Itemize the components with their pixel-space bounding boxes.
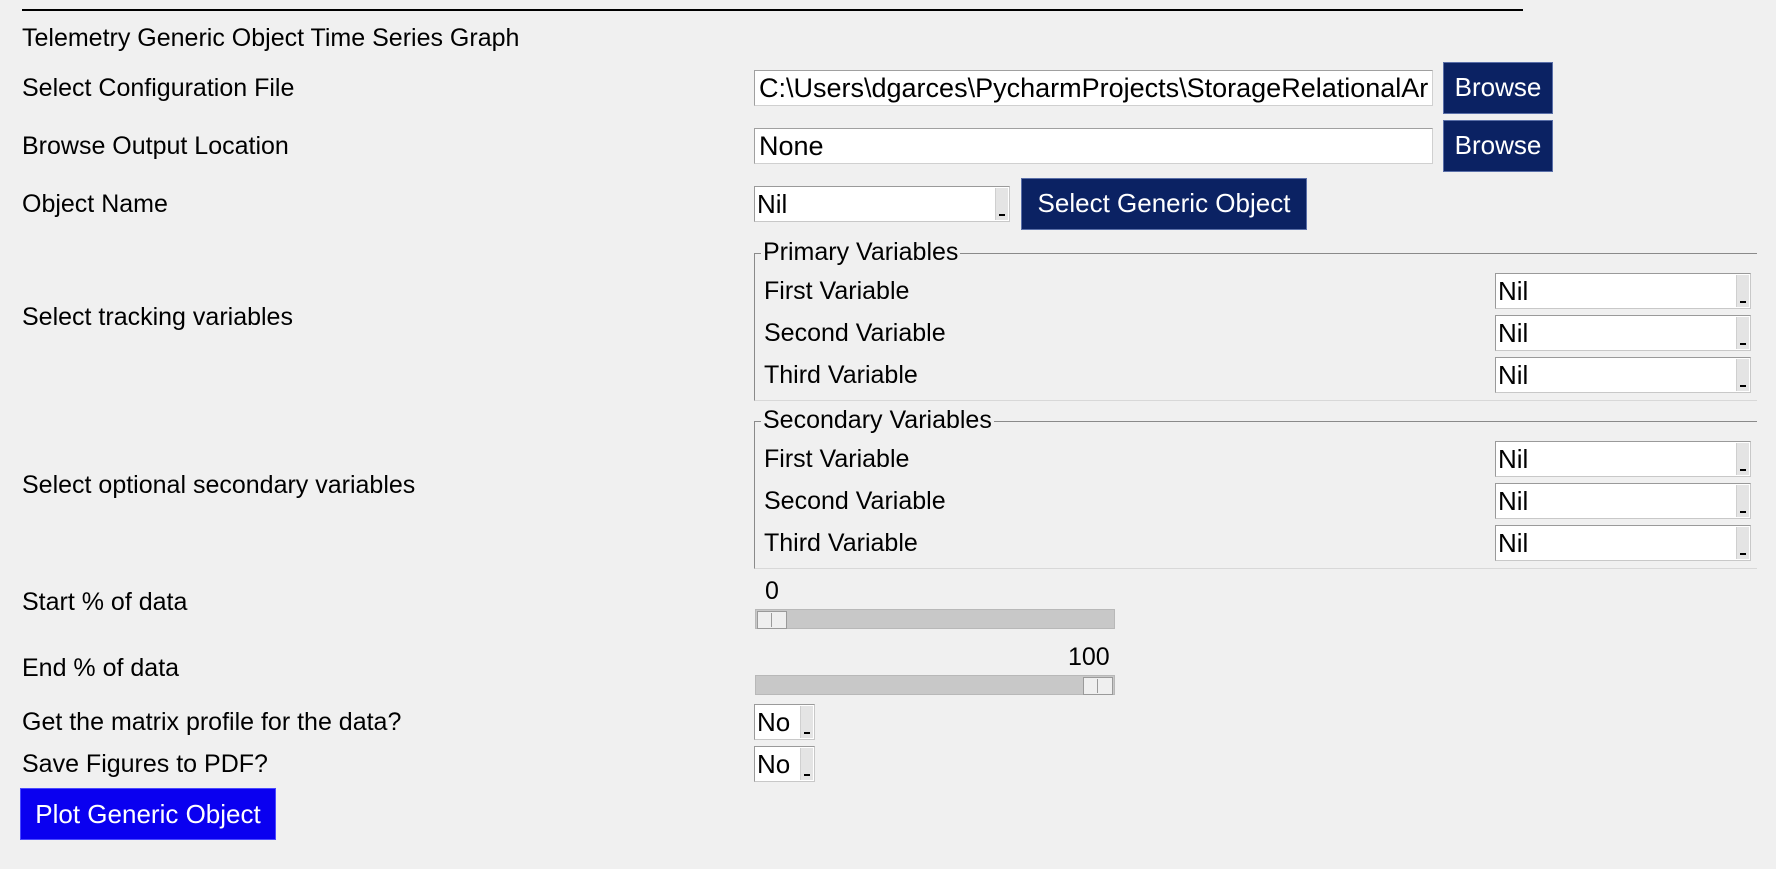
- save-pdf-dropdown[interactable]: No: [754, 746, 815, 782]
- dropdown-arrow-icon[interactable]: [1736, 359, 1749, 391]
- secondary-second-variable-value: Nil: [1498, 486, 1529, 516]
- secondary-variables-group: Secondary Variables First Variable Nil S…: [754, 405, 1757, 569]
- top-separator: [22, 9, 1523, 11]
- secondary-third-variable-dropdown[interactable]: Nil: [1495, 525, 1751, 561]
- end-percent-label: End % of data: [22, 654, 180, 682]
- start-percent-slider[interactable]: [755, 609, 1115, 629]
- plot-generic-object-button[interactable]: Plot Generic Object: [20, 788, 276, 840]
- secondary-third-variable-value: Nil: [1498, 528, 1529, 558]
- config-file-field[interactable]: [754, 70, 1433, 106]
- dropdown-arrow-icon[interactable]: [1736, 443, 1749, 475]
- dropdown-arrow-icon[interactable]: [1736, 275, 1749, 307]
- end-percent-slider[interactable]: [755, 675, 1115, 695]
- dropdown-arrow-icon[interactable]: [800, 748, 813, 780]
- primary-first-variable-dropdown[interactable]: Nil: [1495, 273, 1751, 309]
- secondary-variables-title: Secondary Variables: [761, 405, 994, 435]
- page-title: Telemetry Generic Object Time Series Gra…: [22, 24, 520, 52]
- object-name-dropdown[interactable]: Nil: [754, 186, 1010, 222]
- secondary-third-variable-label: Third Variable: [764, 529, 918, 557]
- secondary-second-variable-dropdown[interactable]: Nil: [1495, 483, 1751, 519]
- select-generic-object-button[interactable]: Select Generic Object: [1021, 178, 1307, 230]
- primary-variables-group: Primary Variables First Variable Nil Sec…: [754, 237, 1757, 401]
- dropdown-arrow-icon[interactable]: [1736, 485, 1749, 517]
- end-slider-handle[interactable]: [1083, 677, 1113, 695]
- primary-second-variable-dropdown[interactable]: Nil: [1495, 315, 1751, 351]
- dropdown-arrow-icon[interactable]: [995, 188, 1008, 220]
- secondary-second-variable-label: Second Variable: [764, 487, 946, 515]
- start-slider-handle[interactable]: [757, 611, 787, 629]
- browse-config-button[interactable]: Browse: [1443, 62, 1553, 114]
- primary-first-variable-label: First Variable: [764, 277, 910, 305]
- primary-third-variable-label: Third Variable: [764, 361, 918, 389]
- matrix-profile-label: Get the matrix profile for the data?: [22, 708, 402, 736]
- save-pdf-label: Save Figures to PDF?: [22, 750, 268, 778]
- object-name-value: Nil: [757, 189, 788, 219]
- object-name-label: Object Name: [22, 190, 168, 218]
- matrix-profile-value: No: [757, 707, 791, 737]
- secondary-first-variable-label: First Variable: [764, 445, 910, 473]
- output-location-field[interactable]: [754, 128, 1433, 164]
- primary-second-variable-label: Second Variable: [764, 319, 946, 347]
- primary-third-variable-value: Nil: [1498, 360, 1529, 390]
- dropdown-arrow-icon[interactable]: [1736, 527, 1749, 559]
- browse-output-button[interactable]: Browse: [1443, 120, 1553, 172]
- tracking-variables-label: Select tracking variables: [22, 303, 293, 331]
- start-percent-value: 0: [765, 577, 779, 605]
- start-percent-label: Start % of data: [22, 588, 188, 616]
- dropdown-arrow-icon[interactable]: [800, 706, 813, 738]
- config-file-label: Select Configuration File: [22, 74, 295, 102]
- secondary-first-variable-dropdown[interactable]: Nil: [1495, 441, 1751, 477]
- primary-third-variable-dropdown[interactable]: Nil: [1495, 357, 1751, 393]
- save-pdf-value: No: [757, 749, 791, 779]
- primary-first-variable-value: Nil: [1498, 276, 1529, 306]
- end-percent-value: 100: [1068, 643, 1110, 671]
- matrix-profile-dropdown[interactable]: No: [754, 704, 815, 740]
- primary-variables-title: Primary Variables: [761, 237, 961, 267]
- output-location-label: Browse Output Location: [22, 132, 289, 160]
- secondary-variables-label: Select optional secondary variables: [22, 471, 416, 499]
- secondary-first-variable-value: Nil: [1498, 444, 1529, 474]
- primary-second-variable-value: Nil: [1498, 318, 1529, 348]
- dropdown-arrow-icon[interactable]: [1736, 317, 1749, 349]
